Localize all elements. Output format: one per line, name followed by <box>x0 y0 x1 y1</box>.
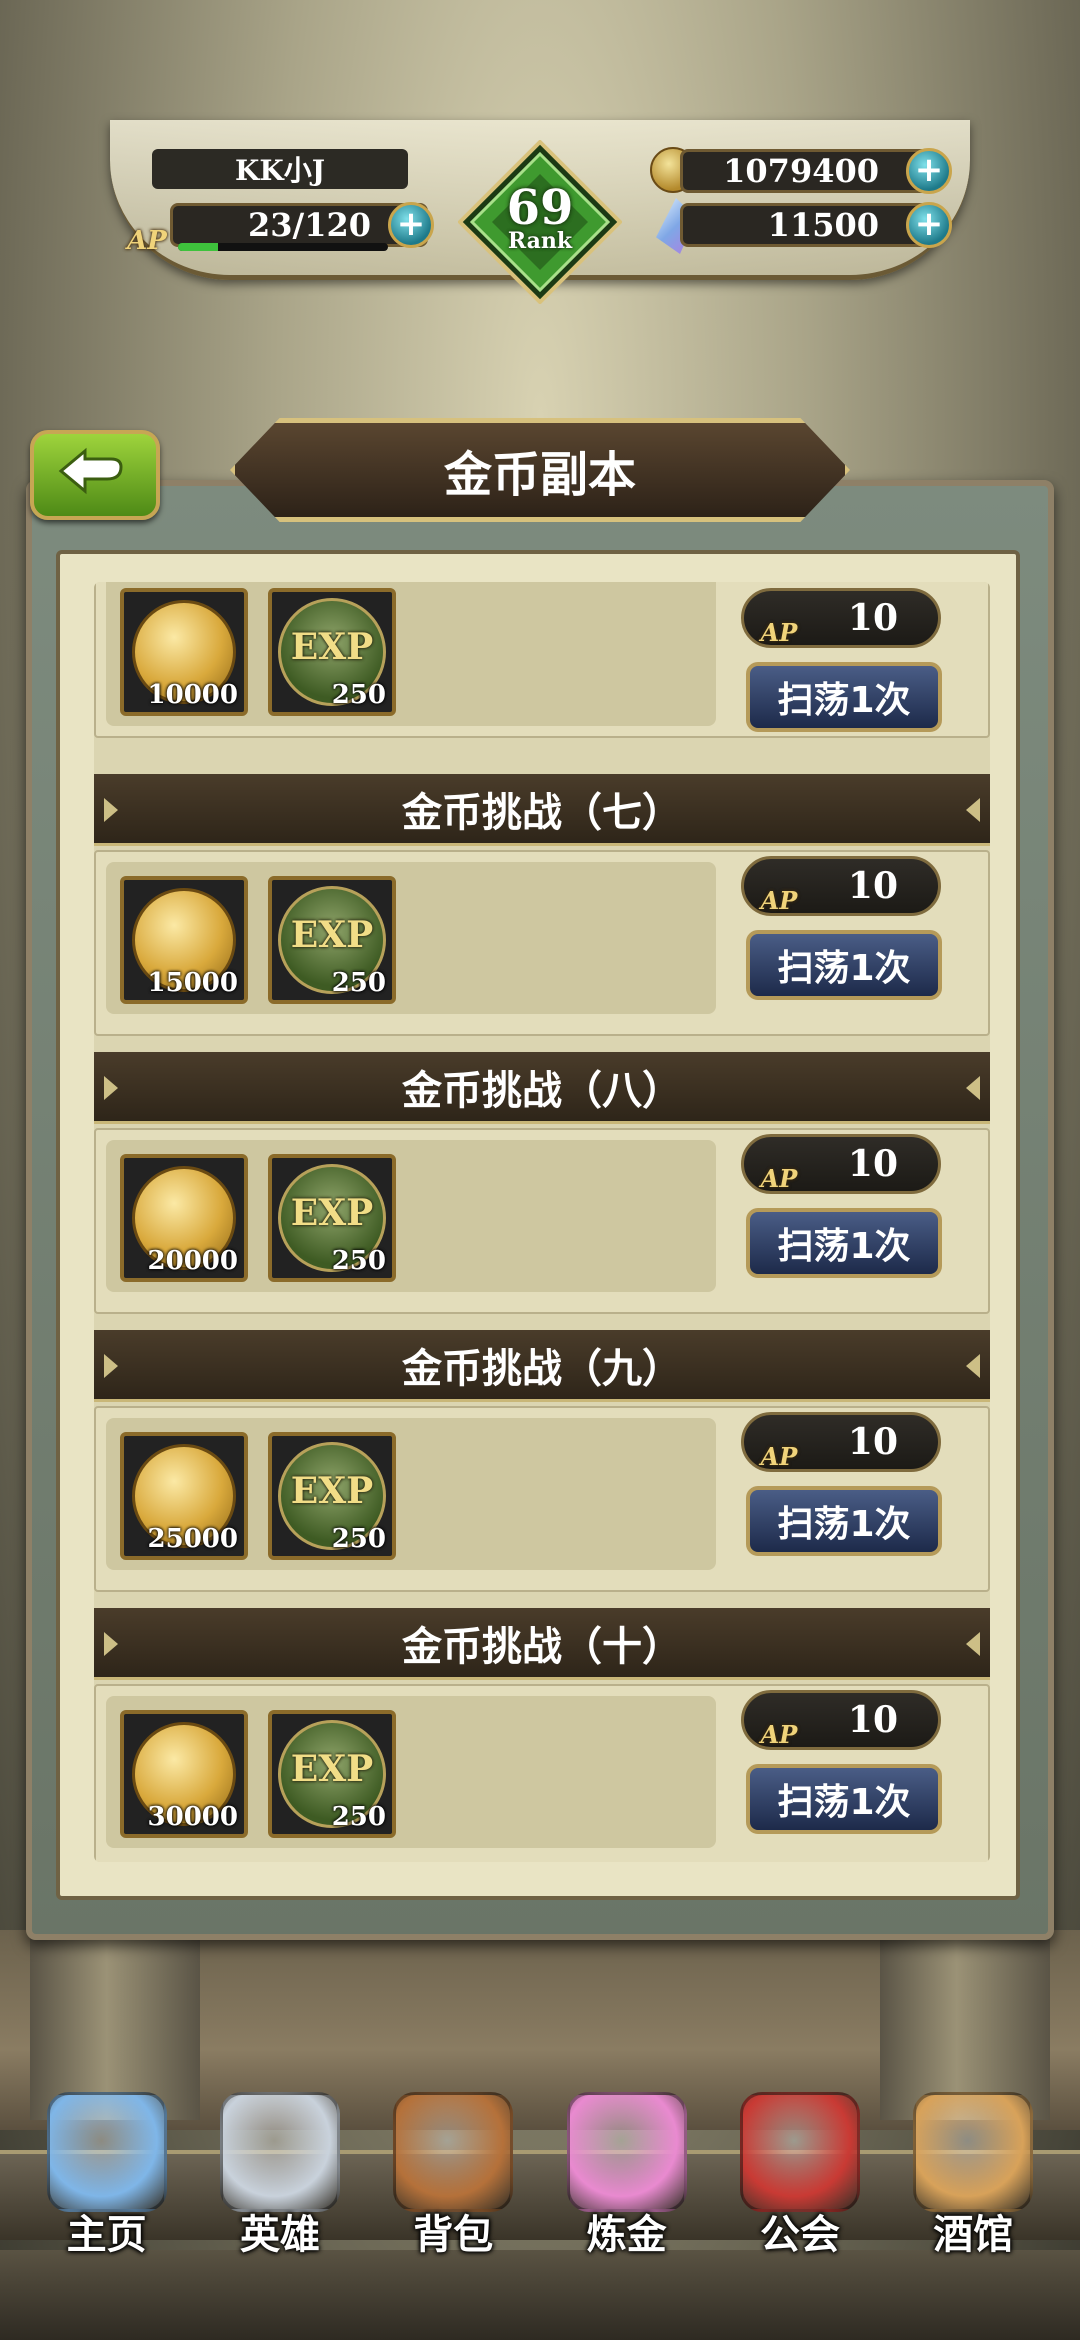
nav-home[interactable]: 主页 <box>27 2070 187 2260</box>
gold-reward-qty: 10000 <box>147 680 238 710</box>
ap-cost: AP 10 <box>741 588 941 648</box>
gold-reward-item[interactable]: 30000 <box>120 1710 248 1838</box>
nav-label: 炼金 <box>586 2212 667 2258</box>
stage-title: 金币挑战（八） <box>94 1052 990 1124</box>
sweep-once-button[interactable]: 扫荡1次 <box>746 1486 942 1556</box>
exp-reward-qty: 250 <box>331 1246 386 1276</box>
ap-potion-icon: AP <box>760 1442 798 1471</box>
alchemy-flask-icon <box>566 2092 687 2212</box>
back-arrow-icon <box>58 447 123 495</box>
ap-potion-icon: AP <box>760 1164 798 1193</box>
castle-icon <box>46 2092 167 2212</box>
ap-cost-value: 10 <box>847 1699 898 1741</box>
exp-reward-item[interactable]: EXP 250 <box>268 1432 396 1560</box>
gold-reward-qty: 25000 <box>147 1524 238 1554</box>
exp-reward-qty: 250 <box>331 680 386 710</box>
tavern-mug-icon <box>913 2092 1034 2212</box>
gold-reward-item[interactable]: 20000 <box>120 1154 248 1282</box>
dungeon-list-panel: 10000 EXP 250 AP 10 扫荡1次 金币挑战（七） 15000 E… <box>56 550 1020 1900</box>
ap-potion-icon: AP <box>760 1720 798 1749</box>
ap-cost-value: 10 <box>847 865 898 907</box>
nav-label: 酒馆 <box>933 2212 1014 2258</box>
stage-title: 金币挑战（十） <box>94 1608 990 1680</box>
ap-cost-value: 10 <box>847 597 898 639</box>
reward-area: 30000 EXP 250 <box>106 1696 716 1848</box>
nav-label: 背包 <box>413 2212 494 2258</box>
ap-cost: AP 10 <box>741 1690 941 1750</box>
back-button[interactable] <box>30 430 160 520</box>
page-title: 金币副本 <box>443 447 636 503</box>
exp-reward-qty: 250 <box>331 1802 386 1832</box>
exp-reward-qty: 250 <box>331 1524 386 1554</box>
nav-label: 主页 <box>66 2212 147 2258</box>
gold-reward-qty: 30000 <box>147 1802 238 1832</box>
nav-alchemy[interactable]: 炼金 <box>547 2070 707 2260</box>
ap-potion-icon: AP <box>760 886 798 915</box>
nav-label: 英雄 <box>239 2212 320 2258</box>
exp-label: EXP <box>290 1470 374 1512</box>
stage-title: 金币挑战（七） <box>94 774 990 846</box>
sweep-once-button[interactable]: 扫荡1次 <box>746 1208 942 1278</box>
gold-reward-item[interactable]: 25000 <box>120 1432 248 1560</box>
stage-list[interactable]: 10000 EXP 250 AP 10 扫荡1次 金币挑战（七） 15000 E… <box>94 582 990 1862</box>
reward-area: 15000 EXP 250 <box>106 862 716 1014</box>
backpack-icon <box>393 2092 514 2212</box>
sweep-once-button[interactable]: 扫荡1次 <box>746 1764 942 1834</box>
title-plate: 金币副本 <box>230 418 850 522</box>
reward-area: 10000 EXP 250 <box>106 582 716 726</box>
stage-title: 金币挑战（九） <box>94 1330 990 1402</box>
sweep-once-button[interactable]: 扫荡1次 <box>746 930 942 1000</box>
exp-reward-item[interactable]: EXP 250 <box>268 1154 396 1282</box>
exp-reward-item[interactable]: EXP 250 <box>268 588 396 716</box>
exp-reward-qty: 250 <box>331 968 386 998</box>
exp-reward-item[interactable]: EXP 250 <box>268 1710 396 1838</box>
guild-shield-icon <box>739 2092 860 2212</box>
gold-reward-qty: 15000 <box>147 968 238 998</box>
stage-body: 25000 EXP 250 AP 10 扫荡1次 <box>94 1406 990 1592</box>
nav-label: 公会 <box>759 2212 840 2258</box>
rank-label: Rank <box>507 228 573 254</box>
bottom-ornament-strip <box>0 2250 1080 2340</box>
ap-cost-value: 10 <box>847 1143 898 1185</box>
ap-cost: AP 10 <box>741 1412 941 1472</box>
stage-body: 15000 EXP 250 AP 10 扫荡1次 <box>94 850 990 1036</box>
nav-heroes[interactable]: 英雄 <box>200 2070 360 2260</box>
stage-body: 20000 EXP 250 AP 10 扫荡1次 <box>94 1128 990 1314</box>
stage-body: 10000 EXP 250 AP 10 扫荡1次 <box>94 582 990 738</box>
gold-reward-qty: 20000 <box>147 1246 238 1276</box>
reward-area: 25000 EXP 250 <box>106 1418 716 1570</box>
nav-backpack[interactable]: 背包 <box>373 2070 533 2260</box>
ap-potion-icon: AP <box>760 618 798 647</box>
exp-label: EXP <box>290 1192 374 1234</box>
nav-guild[interactable]: 公会 <box>720 2070 880 2260</box>
gold-reward-item[interactable]: 15000 <box>120 876 248 1004</box>
knight-helmet-icon <box>219 2092 340 2212</box>
bottom-nav: 主页 英雄 背包 炼金 公会 酒馆 <box>0 2060 1080 2260</box>
ap-cost: AP 10 <box>741 856 941 916</box>
reward-area: 20000 EXP 250 <box>106 1140 716 1292</box>
ap-cost-value: 10 <box>847 1421 898 1463</box>
exp-reward-item[interactable]: EXP 250 <box>268 876 396 1004</box>
ap-cost: AP 10 <box>741 1134 941 1194</box>
sweep-once-button[interactable]: 扫荡1次 <box>746 662 942 732</box>
exp-label: EXP <box>290 914 374 956</box>
gold-reward-item[interactable]: 10000 <box>120 588 248 716</box>
nav-tavern[interactable]: 酒馆 <box>893 2070 1053 2260</box>
exp-label: EXP <box>290 626 374 668</box>
stage-body: 30000 EXP 250 AP 10 扫荡1次 <box>94 1684 990 1862</box>
exp-label: EXP <box>290 1748 374 1790</box>
